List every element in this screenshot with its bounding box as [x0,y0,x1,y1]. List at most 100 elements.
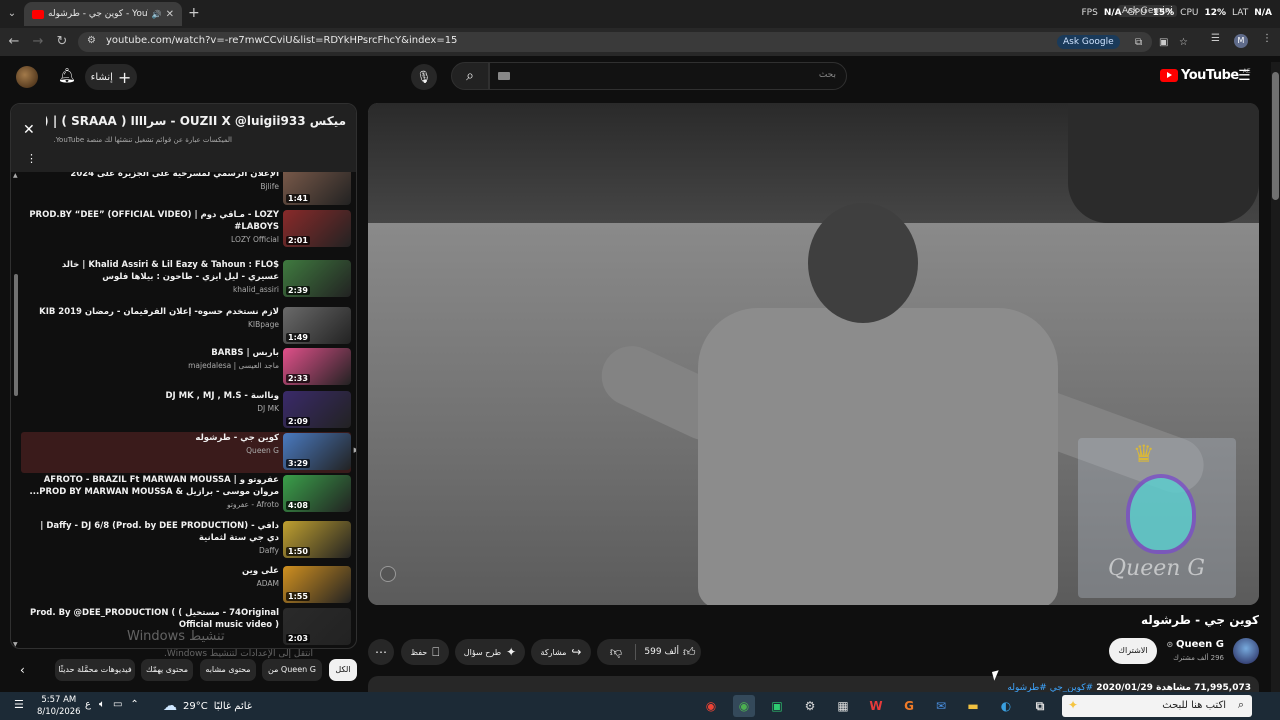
weather-widget[interactable]: ☁ 29°C غائم غالبًا [163,698,252,714]
create-button[interactable]: إنشاء + [85,64,137,90]
dislike-button[interactable]: 👎︎ [597,639,635,665]
page-scrollbar-thumb[interactable] [1272,72,1279,200]
ask-label: طرح سؤال [463,647,502,657]
playlist-title[interactable]: ميكس OUZII X @luigii933 - سراااا ( SRAAA… [46,114,346,128]
back-arrow-icon[interactable]: ← [6,34,22,49]
scroll-down-icon[interactable]: ▼ [13,641,18,648]
playlist-item-thumbnail[interactable]: 1:41 [283,172,351,205]
keyboard-icon[interactable] [498,72,510,80]
chrome-active-icon[interactable]: ◉ [733,695,755,717]
ask-google-button[interactable]: Ask Google [1057,35,1120,49]
weather-temp: 29°C [183,700,208,712]
more-actions-button[interactable]: ⋯ [368,639,394,665]
performance-overlay: FPS N/A GPU 15% CPU 12% LAT N/A [1081,8,1272,18]
playlist-item-thumbnail[interactable]: 1:55 [283,566,351,603]
chip-from-channel[interactable]: من Queen G [262,659,322,681]
video-player[interactable] [368,103,1259,605]
playlist-item-thumbnail[interactable]: 2:39 [283,260,351,297]
share-button[interactable]: مشاركة ↪ [531,639,591,665]
settings-gear-icon[interactable]: ⚙ [799,695,821,717]
notifications-bell-icon[interactable]: 🔔︎ [58,68,76,84]
tray-chevron-up-icon[interactable]: ⌃ [130,699,138,710]
notification-center-icon[interactable]: ☰ [14,698,24,711]
user-avatar[interactable] [16,66,38,88]
mail-icon[interactable]: ✉ [930,695,952,717]
playlist-item[interactable]: 1:50 دافي - Daffy - DJ 6/8 (Prod. by DEE … [21,520,351,561]
ask-button[interactable]: طرح سؤال ✦ [455,639,525,665]
playlist-scrollbar[interactable] [14,274,18,396]
playlist-item-thumbnail[interactable]: 1:49 [283,307,351,344]
playlist-item[interactable]: 1:55 على وين ADAM [21,565,351,606]
chip-recently-uploaded[interactable]: فيديوهات محمَّلة حديثًا [55,659,135,681]
reload-icon[interactable]: ↻ [54,34,70,49]
playlist-item-thumbnail[interactable]: 2:03 [283,608,351,645]
chips-prev-chevron-icon[interactable]: ‹ [20,663,25,677]
page-scrollbar[interactable] [1271,62,1280,702]
playlist-item[interactable]: 1:41 الإعلان الرسمي لمسرحية على الجزيرة ع… [21,172,351,213]
browser-tab[interactable]: كوين جي - طرشوله - YouTube 🔊 ✕ [24,2,182,26]
speaker-icon[interactable]: 🔊 [152,10,162,19]
guide-menu-icon[interactable]: ☰ [1238,68,1251,84]
save-button[interactable]: حفظ ⎕ [401,639,449,665]
address-bar[interactable]: ⚙ youtube.com/watch?v=-re7mwCCviU&list=R… [78,32,1188,52]
search-button[interactable]: ⌕ [451,62,489,90]
scroll-up-icon[interactable]: ▲ [13,172,18,179]
playlist-item[interactable]: 2:33 باربس | BARBS ماجد العيسى | majedales… [21,347,351,388]
task-view-icon[interactable]: ⧉ [1029,695,1051,717]
playlist-item-thumbnail[interactable]: 4:08 [283,475,351,512]
translate-icon[interactable]: ⧉ [1135,37,1142,48]
playlist-item-channel: Bjlife [260,182,279,191]
playlist-item-channel: KIBpage [247,320,279,329]
playlist-item-thumbnail[interactable]: 1:50 [283,521,351,558]
playlist-item[interactable]: 2:39 $Khalid Assiri & Lil Eazy & Tahoun :… [21,259,351,300]
playlist-item-channel: ماجد العيسى | majedalesa [188,361,279,370]
store-icon[interactable]: ▦ [832,695,854,717]
playlist-item[interactable]: 2:09 ونااسة - DJ MK , MJ , M.S DJ MK [21,390,351,431]
install-icon[interactable]: ▣ [1159,37,1168,48]
playlist-item-thumbnail[interactable]: 2:33 [283,348,351,385]
playlist-close-icon[interactable]: ✕ [23,122,35,138]
chrome-icon[interactable]: ◉ [700,695,722,717]
taskbar-clock[interactable]: 5:57 AM 8/10/2026 [37,694,81,718]
app-green-icon[interactable]: ▣ [766,695,788,717]
playlist-item[interactable]: 1:49 لازم نستخدم حسوه- إعلان الفرفيمان - … [21,306,351,347]
channel-avatar[interactable] [1233,638,1259,664]
playlist-item[interactable]: 2:01 LOZY - مـاقي دوم | PROD.BY “DEE” (OF… [21,209,351,250]
chip-for-you[interactable]: محتوى يهمّك [141,659,193,681]
playlist-item-thumbnail[interactable]: 3:29 [283,433,351,470]
reading-list-icon[interactable]: ☰ [1211,33,1220,44]
site-info-icon[interactable]: ⚙ [87,35,96,46]
tab-search-chevron-icon[interactable]: ⌄ [4,6,20,22]
playlist-more-icon[interactable]: ⋮ [26,152,37,165]
wps-icon[interactable]: W [865,695,887,717]
profile-avatar[interactable]: M [1234,34,1248,48]
playlist-item-title: ونااسة - DJ MK , MJ , M.S [165,391,280,401]
file-explorer-icon[interactable]: ▬ [962,695,984,717]
playlist-item-thumbnail[interactable]: 2:09 [283,391,351,428]
volume-icon[interactable]: 🔈︎ [99,699,105,710]
browser-menu-icon[interactable]: ⋮ [1262,33,1272,44]
language-indicator[interactable]: ع [85,699,91,710]
network-icon[interactable]: ▭ [113,699,122,710]
playlist-item-thumbnail[interactable]: 2:01 [283,210,351,247]
bookmark-star-icon[interactable]: ☆ [1179,37,1188,48]
chip-similar[interactable]: محتوى مشابه [200,659,256,681]
channel-name[interactable]: ⊙ Queen G [1167,639,1225,650]
subscribe-button[interactable]: الاشتراك [1109,638,1157,664]
chip-all[interactable]: الكل [329,659,357,681]
playlist-item[interactable]: 3:29 كوين جي - طرشوله Queen G ▶ [21,432,356,473]
edge-icon[interactable]: ◐ [995,695,1017,717]
app-g-icon[interactable]: G [898,695,920,717]
new-tab-button[interactable]: + [188,5,200,21]
voice-search-mic-icon[interactable]: 🎙︎ [411,64,437,90]
tab-close-icon[interactable]: ✕ [166,9,174,20]
playlist-item-duration: 2:01 [286,236,310,245]
search-input[interactable]: بحث [489,62,847,90]
playlist-item-duration: 1:41 [286,194,310,203]
playlist-item[interactable]: 4:08 عفروتو و | AFROTO - BRAZIL Ft MARWAN… [21,474,351,515]
forward-arrow-icon[interactable]: → [30,34,46,49]
taskbar-search-box[interactable]: ✦ اكتب هنا للبحث ⌕ [1062,695,1252,717]
browser-toolbar: ← → ↻ ⚙ youtube.com/watch?v=-re7mwCCviU&… [0,28,1280,56]
cloud-icon: ☁ [163,698,177,714]
like-button[interactable]: 599 ألف 👍︎ [639,639,701,665]
